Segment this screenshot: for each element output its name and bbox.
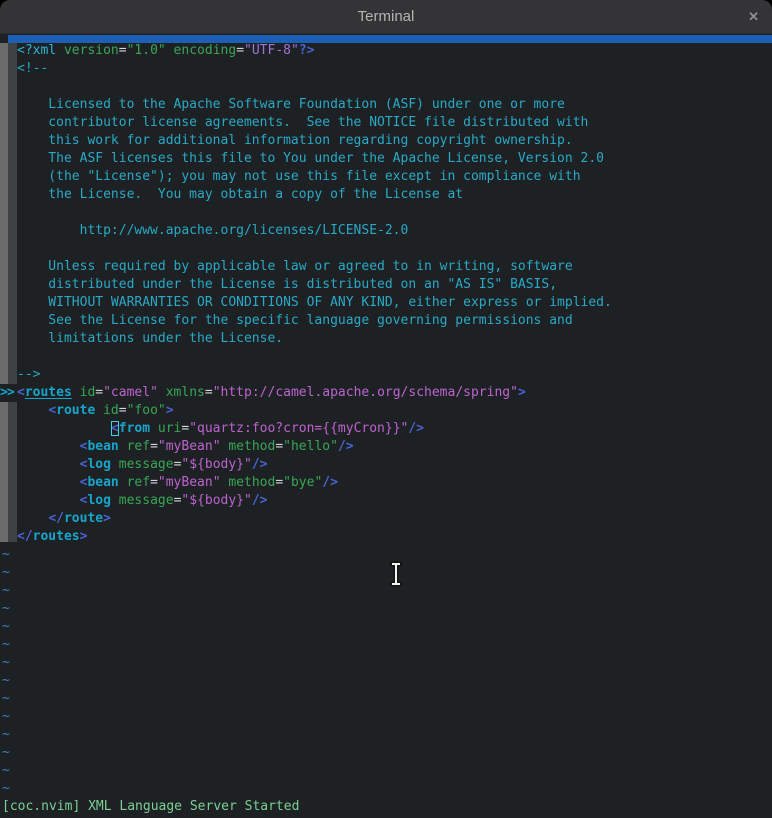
window-title: Terminal [358, 8, 415, 25]
close-icon[interactable]: ✕ [748, 9, 759, 25]
code-line: <route id="foo"> [0, 402, 772, 420]
code-line: <bean ref="myBean" method="hello"/> [0, 438, 772, 456]
empty-line-tilde: ~ [0, 744, 772, 762]
code-line: distributed under the License is distrib… [0, 276, 772, 294]
code-line: (the "License"); you may not use this fi… [0, 168, 772, 186]
code-line: <log message="${body}"/> [0, 492, 772, 510]
terminal-window: Terminal ✕ >> <?xml version="1.0" encodi… [0, 0, 772, 818]
empty-line-tilde: ~ [0, 690, 772, 708]
empty-line-tilde: ~ [0, 564, 772, 582]
empty-line-tilde: ~ [0, 654, 772, 672]
code-line: The ASF licenses this file to You under … [0, 150, 772, 168]
empty-line-tilde: ~ [0, 546, 772, 564]
code-line: http://www.apache.org/licenses/LICENSE-2… [0, 222, 772, 240]
code-line: <?xml version="1.0" encoding="UTF-8"?> [0, 42, 772, 60]
code-line [0, 240, 772, 258]
terminal-content[interactable]: >> <?xml version="1.0" encoding="UTF-8"?… [0, 34, 772, 818]
code-line: Unless required by applicable law or agr… [0, 258, 772, 276]
code-area: <?xml version="1.0" encoding="UTF-8"?><!… [0, 42, 772, 816]
code-line: limitations under the License. [0, 330, 772, 348]
code-line [0, 348, 772, 366]
code-line: </routes> [0, 528, 772, 546]
empty-line-tilde: ~ [0, 618, 772, 636]
titlebar[interactable]: Terminal ✕ [0, 0, 772, 34]
code-line: <bean ref="myBean" method="bye"/> [0, 474, 772, 492]
code-line [0, 204, 772, 222]
code-line: --> [0, 366, 772, 384]
code-line: </route> [0, 510, 772, 528]
empty-line-tilde: ~ [0, 582, 772, 600]
empty-line-tilde: ~ [0, 600, 772, 618]
code-line: this work for additional information reg… [0, 132, 772, 150]
empty-line-tilde: ~ [0, 780, 772, 798]
code-line: <from uri="quartz:foo?cron={{myCron}}"/> [0, 420, 772, 438]
vim-cursor: < [111, 421, 119, 436]
empty-line-tilde: ~ [0, 708, 772, 726]
code-line [0, 78, 772, 96]
code-line: <log message="${body}"/> [0, 456, 772, 474]
code-line: Licensed to the Apache Software Foundati… [0, 96, 772, 114]
code-line: See the License for the specific languag… [0, 312, 772, 330]
empty-line-tilde: ~ [0, 672, 772, 690]
empty-line-tilde: ~ [0, 636, 772, 654]
code-line: WITHOUT WARRANTIES OR CONDITIONS OF ANY … [0, 294, 772, 312]
code-line: the License. You may obtain a copy of th… [0, 186, 772, 204]
empty-line-tilde: ~ [0, 762, 772, 780]
status-message: [coc.nvim] XML Language Server Started [0, 798, 772, 816]
code-line: <!-- [0, 60, 772, 78]
code-line: contributor license agreements. See the … [0, 114, 772, 132]
empty-line-tilde: ~ [0, 726, 772, 744]
code-line: <routes id="camel" xmlns="http://camel.a… [0, 384, 772, 402]
ibeam-mouse-cursor [389, 561, 403, 587]
